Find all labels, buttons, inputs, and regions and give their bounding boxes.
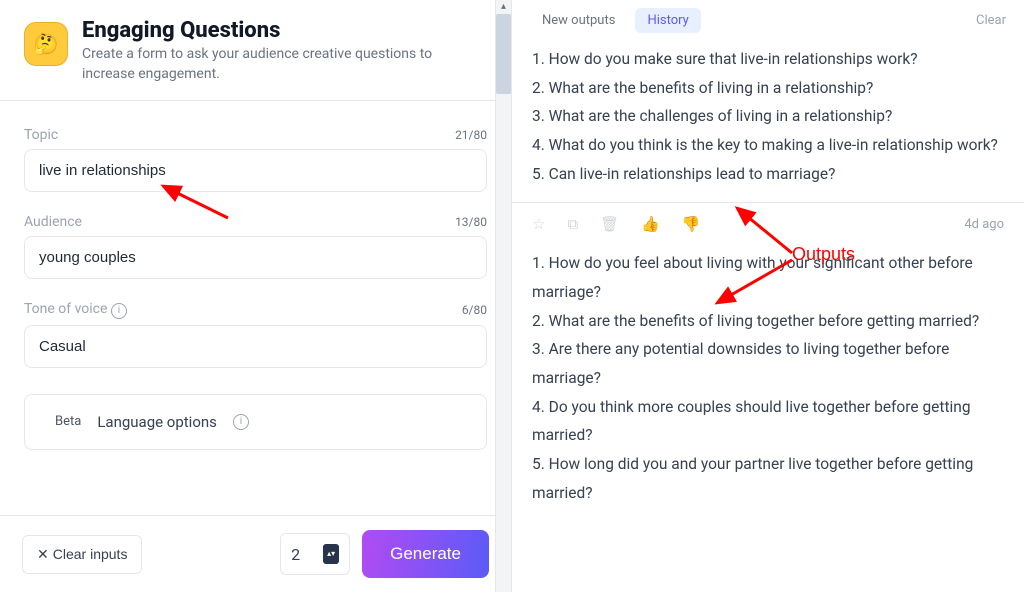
- tone-counter: 6/80: [462, 303, 487, 317]
- tabs-row: New outputs History Clear: [512, 0, 1024, 41]
- left-scrollbar[interactable]: ▴: [495, 0, 511, 592]
- header: 🤔 Engaging Questions Create a form to as…: [0, 0, 511, 101]
- thumbs-up-icon[interactable]: 👍: [641, 215, 660, 233]
- output-line: 3. What are the challenges of living in …: [532, 102, 1004, 131]
- output-block-1: 1. How do you make sure that live-in rel…: [512, 41, 1024, 203]
- output-line: 5. Can live-in relationships lead to mar…: [532, 160, 1004, 189]
- right-panel: New outputs History Clear 1. How do you …: [512, 0, 1024, 592]
- info-icon[interactable]: i: [111, 303, 127, 319]
- output-line: 4. What do you think is the key to makin…: [532, 131, 1004, 160]
- output-line: 2. What are the benefits of living toget…: [532, 307, 1004, 336]
- audience-counter: 13/80: [455, 215, 487, 229]
- page-title: Engaging Questions: [82, 18, 487, 43]
- beta-badge: Beta: [41, 414, 81, 429]
- bottom-bar: ✕ Clear inputs 2 ▴▾ Generate: [0, 515, 511, 592]
- output-line: 2. What are the benefits of living in a …: [532, 74, 1004, 103]
- stepper-icon[interactable]: ▴▾: [323, 544, 339, 564]
- page-subtitle: Create a form to ask your audience creat…: [82, 45, 487, 84]
- output-line: 1. How do you feel about living with you…: [532, 249, 1004, 306]
- output-line: 3. Are there any potential downsides to …: [532, 335, 1004, 392]
- tab-new-outputs[interactable]: New outputs: [530, 8, 627, 33]
- audience-label: Audience: [24, 214, 82, 230]
- form-area: Topic 21/80 Audience 13/80 Tone of voice…: [0, 101, 511, 515]
- tone-input[interactable]: [24, 325, 487, 368]
- info-icon[interactable]: i: [233, 414, 249, 430]
- generate-button[interactable]: Generate: [362, 530, 489, 578]
- close-icon: ✕: [37, 546, 49, 563]
- copy-icon[interactable]: ⧉: [567, 215, 578, 233]
- output-actions: ☆ ⧉ 🗑 👍 👎 4d ago: [512, 203, 1024, 245]
- thinking-face-icon: 🤔: [32, 30, 60, 58]
- scroll-up-icon[interactable]: ▴: [496, 0, 511, 14]
- scrollbar-thumb[interactable]: [496, 14, 511, 94]
- topic-counter: 21/80: [455, 128, 487, 142]
- language-options-label: Language options: [97, 413, 217, 431]
- output-line: 5. How long did you and your partner liv…: [532, 450, 1004, 507]
- star-icon[interactable]: ☆: [532, 215, 545, 233]
- topic-input[interactable]: [24, 149, 487, 192]
- output-block-2: 1. How do you feel about living with you…: [512, 245, 1024, 521]
- thumbs-down-icon[interactable]: 👎: [682, 215, 701, 233]
- delete-icon[interactable]: 🗑: [600, 215, 619, 233]
- left-panel: 🤔 Engaging Questions Create a form to as…: [0, 0, 512, 592]
- tone-label: Tone of voice i: [24, 301, 127, 319]
- clear-outputs-link[interactable]: Clear: [976, 13, 1006, 28]
- output-line: 1. How do you make sure that live-in rel…: [532, 45, 1004, 74]
- tab-history[interactable]: History: [635, 8, 700, 33]
- language-options-box[interactable]: Beta Language options i: [24, 394, 487, 450]
- topic-label: Topic: [24, 127, 58, 143]
- annotation-outputs-label: Outputs: [792, 244, 855, 265]
- clear-inputs-button[interactable]: ✕ Clear inputs: [22, 535, 142, 574]
- quantity-stepper[interactable]: 2 ▴▾: [280, 533, 350, 575]
- output-line: 4. Do you think more couples should live…: [532, 393, 1004, 450]
- timestamp: 4d ago: [964, 217, 1004, 232]
- quantity-value: 2: [291, 545, 300, 564]
- audience-input[interactable]: [24, 236, 487, 279]
- app-icon: 🤔: [24, 22, 68, 66]
